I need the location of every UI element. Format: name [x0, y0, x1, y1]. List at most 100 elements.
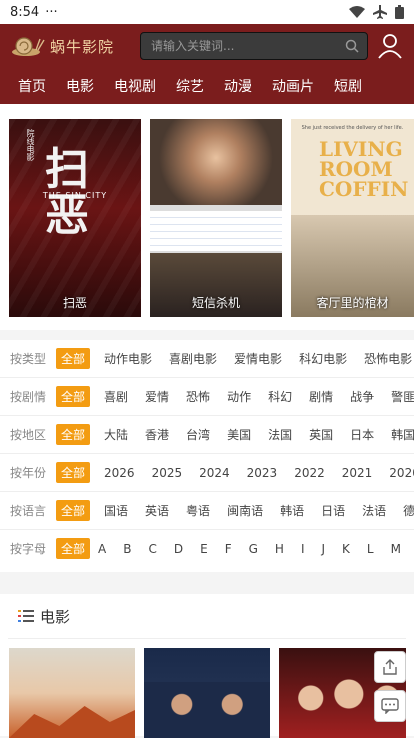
wifi-icon: [349, 6, 365, 18]
filter-option[interactable]: A: [98, 542, 106, 556]
filter-option[interactable]: C: [148, 542, 156, 556]
list-icon: [18, 610, 34, 622]
poster-3-big-title: LIVING ROOM COFFIN: [319, 137, 409, 201]
filter-row-type: 按类型 全部 动作电影 喜剧电影 爱情电影 科幻电影 恐怖电影: [0, 340, 414, 378]
filter-row-year: 按年份 全部 2026 2025 2024 2023 2022 2021 202…: [0, 454, 414, 492]
filter-option[interactable]: 韩语: [280, 502, 304, 519]
filter-row-plot: 按剧情 全部 喜剧 爱情 恐怖 动作 科幻 剧情 战争 警匪: [0, 378, 414, 416]
filter-all-button[interactable]: 全部: [56, 500, 91, 521]
filter-option[interactable]: 法国: [268, 426, 292, 443]
filter-option[interactable]: 闽南语: [227, 502, 263, 519]
share-button[interactable]: [374, 651, 406, 683]
section-title: 电影: [40, 607, 71, 626]
filter-option[interactable]: 爱情: [145, 388, 169, 405]
filter-option[interactable]: 日本: [350, 426, 374, 443]
filter-option[interactable]: 爱情电影: [234, 350, 282, 367]
filter-label: 按语言: [10, 504, 47, 518]
filter-option[interactable]: J: [322, 542, 326, 556]
logo[interactable]: 蜗牛影院: [10, 34, 138, 58]
poster-2-table-image: [150, 211, 282, 251]
filter-option[interactable]: 科幻电影: [299, 350, 347, 367]
filter-option[interactable]: 粤语: [186, 502, 210, 519]
search-box[interactable]: [140, 32, 368, 60]
nav-item-home[interactable]: 首页: [18, 76, 46, 96]
filter-option[interactable]: 恐怖电影: [364, 350, 412, 367]
nav-item-anime[interactable]: 动漫: [224, 76, 252, 96]
filter-option[interactable]: 喜剧电影: [169, 350, 217, 367]
filter-label: 按字母: [10, 542, 47, 556]
filter-option[interactable]: 2025: [152, 466, 183, 480]
filter-label: 按类型: [10, 352, 47, 366]
nav-item-short-drama[interactable]: 短剧: [334, 76, 362, 96]
filter-row-region: 按地区 全部 大陆 香港 台湾 美国 法国 英国 日本 韩国: [0, 416, 414, 454]
filter-option[interactable]: 日语: [321, 502, 345, 519]
filter-option[interactable]: 2026: [104, 466, 135, 480]
filter-option[interactable]: 2021: [342, 466, 373, 480]
filter-option[interactable]: 恐怖: [186, 388, 210, 405]
filter-option[interactable]: G: [249, 542, 258, 556]
filter-option[interactable]: 警匪: [391, 388, 414, 405]
filter-option[interactable]: 喜剧: [104, 388, 128, 405]
hero-banner: 院线电影 扫恶 THE SIN CITY 扫恶 短信杀机 She just re…: [0, 104, 414, 330]
search-icon[interactable]: [345, 39, 359, 53]
filter-option[interactable]: 大陆: [104, 426, 128, 443]
filter-option[interactable]: 科幻: [268, 388, 292, 405]
poster-3-label: 客厅里的棺材: [316, 296, 389, 310]
hero-poster-2[interactable]: 短信杀机: [150, 119, 282, 317]
filter-option[interactable]: K: [342, 542, 350, 556]
filter-option[interactable]: 美国: [227, 426, 251, 443]
section-header: 电影: [8, 594, 406, 639]
card-2-people-image: [144, 682, 270, 738]
filter-option[interactable]: 台湾: [186, 426, 210, 443]
filter-option[interactable]: I: [301, 542, 305, 556]
filter-option[interactable]: 英语: [145, 502, 169, 519]
search-input[interactable]: [149, 38, 333, 54]
filter-option[interactable]: 动作电影: [104, 350, 152, 367]
nav-item-movies[interactable]: 电影: [66, 76, 94, 96]
app-header: 蜗牛影院: [0, 24, 414, 68]
filter-option[interactable]: B: [123, 542, 131, 556]
filter-option[interactable]: 国语: [104, 502, 128, 519]
filter-option[interactable]: 动作: [227, 388, 251, 405]
filter-option[interactable]: H: [275, 542, 284, 556]
battery-icon: [395, 5, 404, 19]
hero-poster-3[interactable]: She just received the delivery of her li…: [291, 119, 414, 317]
snail-logo-icon: [12, 37, 45, 56]
filter-option[interactable]: 战争: [350, 388, 374, 405]
filter-option[interactable]: 2024: [199, 466, 230, 480]
filter-option[interactable]: D: [174, 542, 183, 556]
poster-1-label: 扫恶: [62, 296, 87, 310]
user-icon[interactable]: [376, 32, 404, 60]
filter-option[interactable]: 英国: [309, 426, 333, 443]
filter-all-button[interactable]: 全部: [56, 386, 91, 407]
nav-item-cartoon[interactable]: 动画片: [272, 76, 314, 96]
poster-2-label: 短信杀机: [191, 296, 240, 310]
filter-option[interactable]: 香港: [145, 426, 169, 443]
filter-option[interactable]: F: [225, 542, 232, 556]
filter-option[interactable]: 德: [403, 502, 414, 519]
movie-section: 电影: [0, 594, 414, 738]
filter-option[interactable]: 2022: [294, 466, 325, 480]
filter-option[interactable]: 韩国: [391, 426, 414, 443]
nav-item-tv-series[interactable]: 电视剧: [114, 76, 156, 96]
filter-option[interactable]: 2020: [389, 466, 414, 480]
filter-option[interactable]: 法语: [362, 502, 386, 519]
filter-option[interactable]: E: [200, 542, 208, 556]
filter-option[interactable]: L: [367, 542, 374, 556]
filter-option[interactable]: 剧情: [309, 388, 333, 405]
filter-panel: 按类型 全部 动作电影 喜剧电影 爱情电影 科幻电影 恐怖电影 按剧情 全部 喜…: [0, 340, 414, 572]
filter-all-button[interactable]: 全部: [56, 462, 91, 483]
nav-item-variety[interactable]: 综艺: [176, 76, 204, 96]
hero-poster-1[interactable]: 院线电影 扫恶 THE SIN CITY 扫恶: [9, 119, 141, 317]
filter-all-button[interactable]: 全部: [56, 348, 91, 369]
movie-card-2[interactable]: [144, 648, 270, 738]
brand-name: 蜗牛影院: [50, 37, 115, 56]
filter-all-button[interactable]: 全部: [56, 538, 91, 559]
message-button[interactable]: [374, 690, 406, 722]
filter-option[interactable]: M: [391, 542, 401, 556]
filter-option[interactable]: 2023: [247, 466, 278, 480]
movie-card-1[interactable]: [9, 648, 135, 738]
poster-3-tagline: She just received the delivery of her li…: [301, 125, 404, 131]
filter-all-button[interactable]: 全部: [56, 424, 91, 445]
poster-2-face-image: [150, 119, 282, 205]
